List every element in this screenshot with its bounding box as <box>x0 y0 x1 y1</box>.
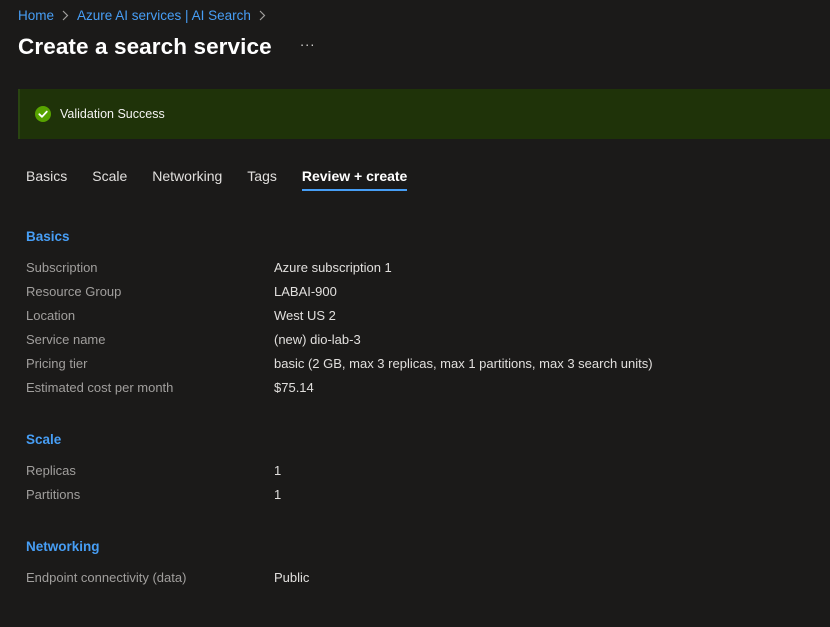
label-service-name: Service name <box>26 332 106 347</box>
value-service-name: (new) dio-lab-3 <box>274 332 361 347</box>
label-replicas: Replicas <box>26 463 76 478</box>
label-endpoint-connectivity: Endpoint connectivity (data) <box>26 570 187 585</box>
label-subscription: Subscription <box>26 260 98 275</box>
value-endpoint-connectivity: Public <box>274 570 310 585</box>
wizard-tabs: Basics Scale Networking Tags Review + cr… <box>26 168 432 191</box>
more-options-button[interactable]: ··· <box>296 36 320 52</box>
breadcrumb: Home Azure AI services | AI Search <box>18 8 274 23</box>
label-resource-group: Resource Group <box>26 284 122 299</box>
value-pricing-tier: basic (2 GB, max 3 replicas, max 1 parti… <box>274 356 653 371</box>
breadcrumb-ai-search-link[interactable]: Azure AI services | AI Search <box>77 8 251 23</box>
section-title-networking: Networking <box>26 539 100 554</box>
value-partitions: 1 <box>274 487 282 502</box>
tab-basics[interactable]: Basics <box>26 168 67 191</box>
chevron-right-icon <box>259 10 266 21</box>
breadcrumb-home-link[interactable]: Home <box>18 8 54 23</box>
tab-tags[interactable]: Tags <box>247 168 277 191</box>
page-title: Create a search service <box>18 34 272 59</box>
tab-review-create[interactable]: Review + create <box>301 168 408 191</box>
tab-networking[interactable]: Networking <box>152 168 222 191</box>
value-estimated-cost: $75.14 <box>274 380 314 395</box>
tab-scale[interactable]: Scale <box>92 168 127 191</box>
create-search-service-page: Home Azure AI services | AI Search Creat… <box>0 0 830 627</box>
label-partitions: Partitions <box>26 487 81 502</box>
success-check-icon <box>35 106 51 122</box>
validation-message: Validation Success <box>60 107 165 121</box>
validation-banner: Validation Success <box>18 89 830 139</box>
value-resource-group: LABAI-900 <box>274 284 337 299</box>
label-estimated-cost: Estimated cost per month <box>26 380 174 395</box>
section-title-scale: Scale <box>26 432 62 447</box>
value-location: West US 2 <box>274 308 336 323</box>
section-title-basics: Basics <box>26 229 70 244</box>
label-pricing-tier: Pricing tier <box>26 356 88 371</box>
label-location: Location <box>26 308 76 323</box>
value-subscription: Azure subscription 1 <box>274 260 392 275</box>
value-replicas: 1 <box>274 463 282 478</box>
title-row: Create a search service ··· <box>18 34 319 60</box>
chevron-right-icon <box>62 10 69 21</box>
